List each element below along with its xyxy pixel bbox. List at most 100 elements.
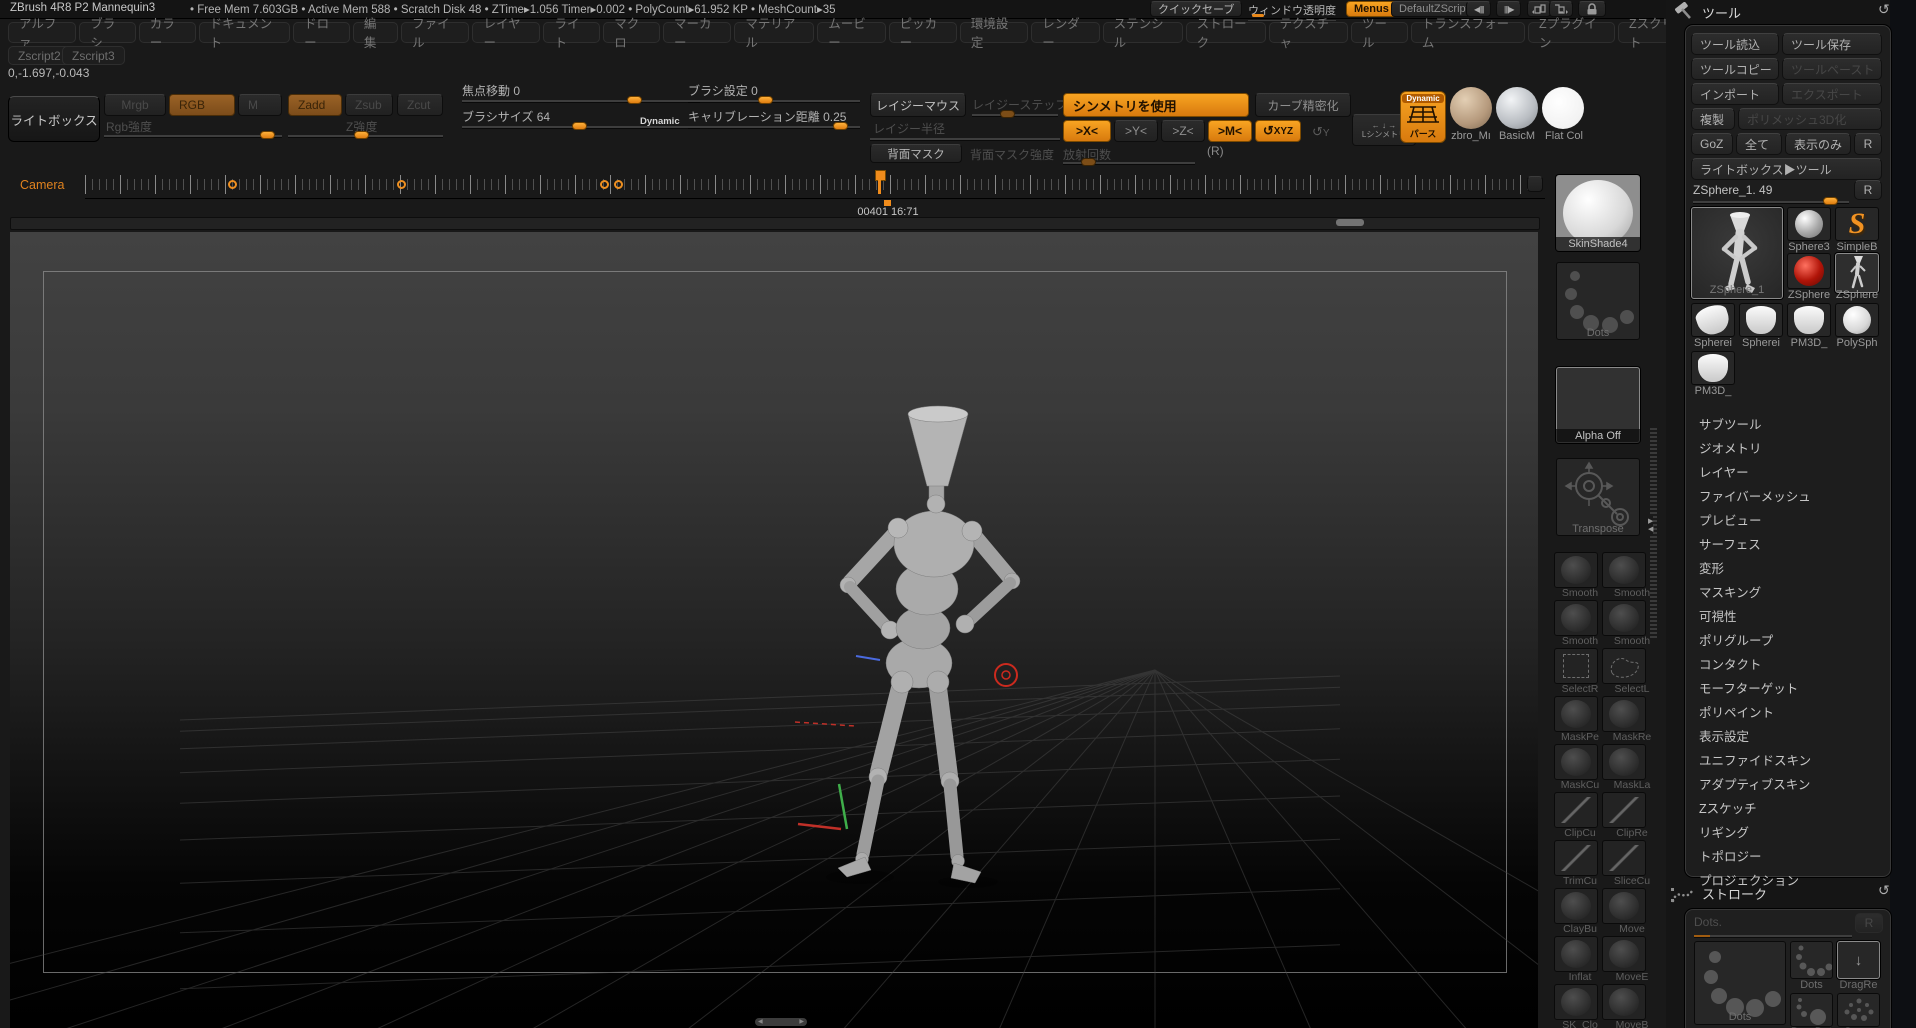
calibration-slider[interactable]: キャリブレーション距離 0.25	[688, 108, 846, 125]
stroke-thumb-dragrect[interactable]: ↓	[1837, 941, 1880, 979]
menu-item[interactable]: ライト	[543, 17, 601, 50]
subpalette-item[interactable]: マスキング	[1685, 579, 1889, 603]
stroke-thumb-dots[interactable]	[1790, 941, 1833, 979]
tool-thumb-zsphere-red[interactable]	[1787, 253, 1831, 289]
stroke-thumb-spray[interactable]	[1837, 993, 1880, 1027]
stroke-r-button[interactable]: R	[1855, 913, 1883, 933]
brush-thumb[interactable]	[1554, 648, 1598, 684]
material-thumb-current[interactable]	[1450, 87, 1492, 129]
lazy-step-slider[interactable]: レイジーステップ	[972, 96, 1067, 113]
stroke-reset-icon[interactable]: ↺	[1878, 882, 1890, 899]
lazy-step-handle[interactable]	[1000, 110, 1015, 118]
timeline-ruler[interactable]	[85, 170, 1545, 199]
menu-item[interactable]: ファイル	[401, 17, 470, 50]
focal-shift-handle[interactable]	[627, 96, 642, 104]
tool-palette-title[interactable]: ツール	[1702, 3, 1741, 22]
goz-r-button[interactable]: R	[1854, 133, 1882, 155]
brush-thumb[interactable]	[1602, 744, 1646, 780]
subpalette-item[interactable]: リギング	[1685, 819, 1889, 843]
zadd-button[interactable]: Zadd	[288, 94, 342, 116]
goz-visible-button[interactable]: 表示のみ	[1785, 133, 1851, 155]
goz-button[interactable]: GoZ	[1691, 133, 1733, 155]
rgb-intensity-slider[interactable]: Rgb強度	[106, 118, 152, 135]
import-button[interactable]: インポート	[1691, 83, 1779, 105]
tool-thumb-sphere3[interactable]	[1787, 207, 1831, 241]
calibration-handle[interactable]	[833, 122, 848, 130]
tool-thumb-cyl2[interactable]	[1739, 303, 1783, 337]
subpalette-item[interactable]: サブツール	[1685, 411, 1889, 435]
brush-thumb[interactable]	[1602, 888, 1646, 924]
rgb-intensity-track[interactable]	[104, 131, 282, 139]
brush-size-slider[interactable]: ブラシサイズ 64	[462, 108, 550, 125]
menu-item[interactable]: ステンシル	[1102, 17, 1183, 50]
brush-thumb[interactable]	[1554, 744, 1598, 780]
subpalette-item[interactable]: ポリグループ	[1685, 627, 1889, 651]
menu-item[interactable]: レンダー	[1031, 17, 1100, 50]
tool-thumb-simplebrush[interactable]: S	[1835, 207, 1879, 241]
brush-settings-handle[interactable]	[758, 96, 773, 104]
subpalette-item[interactable]: プレビュー	[1685, 507, 1889, 531]
stroke-type-slider[interactable]: Dots.	[1694, 915, 1722, 929]
brush-thumb[interactable]	[1554, 696, 1598, 732]
symmetry-y-button[interactable]: >Y<	[1114, 120, 1158, 142]
symmetry-x-button[interactable]: >X<	[1063, 120, 1111, 142]
menu-item[interactable]: ドロー	[293, 17, 350, 50]
timeline-scroll-handle[interactable]	[1336, 219, 1364, 226]
menu-item[interactable]: カラー	[138, 17, 196, 50]
m-button[interactable]: M	[238, 94, 282, 116]
z-intensity-track[interactable]	[288, 131, 443, 139]
subpalette-item[interactable]: トポロジー	[1685, 843, 1889, 867]
menu-item[interactable]: ムービー	[817, 17, 886, 50]
brush-thumb[interactable]	[1554, 552, 1598, 588]
brush-thumb[interactable]	[1602, 792, 1646, 828]
radial-xyz-button[interactable]: ↺ XYZ	[1255, 120, 1301, 142]
lightbox-button[interactable]: ライトボックス	[8, 96, 100, 142]
script-tab-zscript3[interactable]: Zscript3	[62, 46, 125, 65]
subpalette-item[interactable]: レイヤー	[1685, 459, 1889, 483]
menu-item[interactable]: マテリアル	[734, 17, 815, 50]
brush-settings-slider[interactable]: ブラシ設定 0	[688, 82, 758, 99]
tool-thumb-zsphere-mannequin[interactable]	[1835, 253, 1879, 293]
menu-item[interactable]: アルファ	[8, 17, 77, 50]
lazy-radius-slider[interactable]: レイジー半径	[873, 120, 945, 137]
backface-mask-button[interactable]: 背面マスク	[870, 144, 962, 163]
timeline-end-button[interactable]	[1527, 176, 1543, 192]
subpalette-item[interactable]: ユニファイドスキン	[1685, 747, 1889, 771]
menu-item[interactable]: マーカー	[663, 17, 732, 50]
radial-y-button[interactable]: ↺Y	[1312, 124, 1330, 140]
timeline-key-1[interactable]	[228, 180, 237, 189]
lightbox-tool-button[interactable]: ライトボックス▶ツール	[1691, 158, 1882, 180]
menu-item[interactable]: ツール	[1351, 17, 1408, 50]
menu-item[interactable]: ドキュメント	[198, 17, 291, 50]
backface-mask-strength-slider[interactable]: 背面マスク強度	[970, 146, 1054, 163]
subpalette-item[interactable]: 変形	[1685, 555, 1889, 579]
lazy-step-track[interactable]	[972, 110, 1058, 118]
timeline-key-3[interactable]	[600, 180, 609, 189]
focal-shift-track[interactable]	[462, 96, 700, 104]
use-symmetry-button[interactable]: シンメトリを使用	[1063, 93, 1249, 117]
tool-reset-icon[interactable]: ↺	[1878, 1, 1890, 18]
brush-size-handle[interactable]	[572, 122, 587, 130]
make-polymesh-button[interactable]: ポリメッシュ3D化	[1738, 108, 1882, 130]
brush-thumb[interactable]	[1602, 552, 1646, 588]
brush-thumb[interactable]	[1602, 840, 1646, 876]
subpalette-item[interactable]: コンタクト	[1685, 651, 1889, 675]
tool-slider-r-button[interactable]: R	[1854, 180, 1882, 200]
menu-item[interactable]: トランスフォーム	[1410, 17, 1525, 50]
timeline-key-4[interactable]	[614, 180, 623, 189]
tool-name-slider[interactable]: ZSphere_1. 49	[1693, 183, 1772, 197]
subpalette-item[interactable]: Zスケッチ	[1685, 795, 1889, 819]
brush-thumb[interactable]	[1602, 696, 1646, 732]
tool-thumb-polysphere[interactable]	[1835, 303, 1879, 337]
brush-thumb[interactable]	[1554, 888, 1598, 924]
subpalette-item[interactable]: アダプティブスキン	[1685, 771, 1889, 795]
menu-item[interactable]: 編集	[352, 17, 399, 50]
stroke-thumb-dragdot[interactable]	[1790, 993, 1833, 1027]
menu-item[interactable]: 環境設定	[959, 17, 1029, 50]
tool-thumb-cyl1[interactable]	[1691, 303, 1735, 337]
brush-thumb[interactable]	[1602, 600, 1646, 636]
tool-copy-button[interactable]: ツールコピー	[1691, 58, 1779, 80]
tool-paste-button[interactable]: ツールペースト	[1782, 58, 1882, 80]
brush-settings-track[interactable]	[688, 96, 860, 104]
brush-thumb[interactable]	[1554, 840, 1598, 876]
